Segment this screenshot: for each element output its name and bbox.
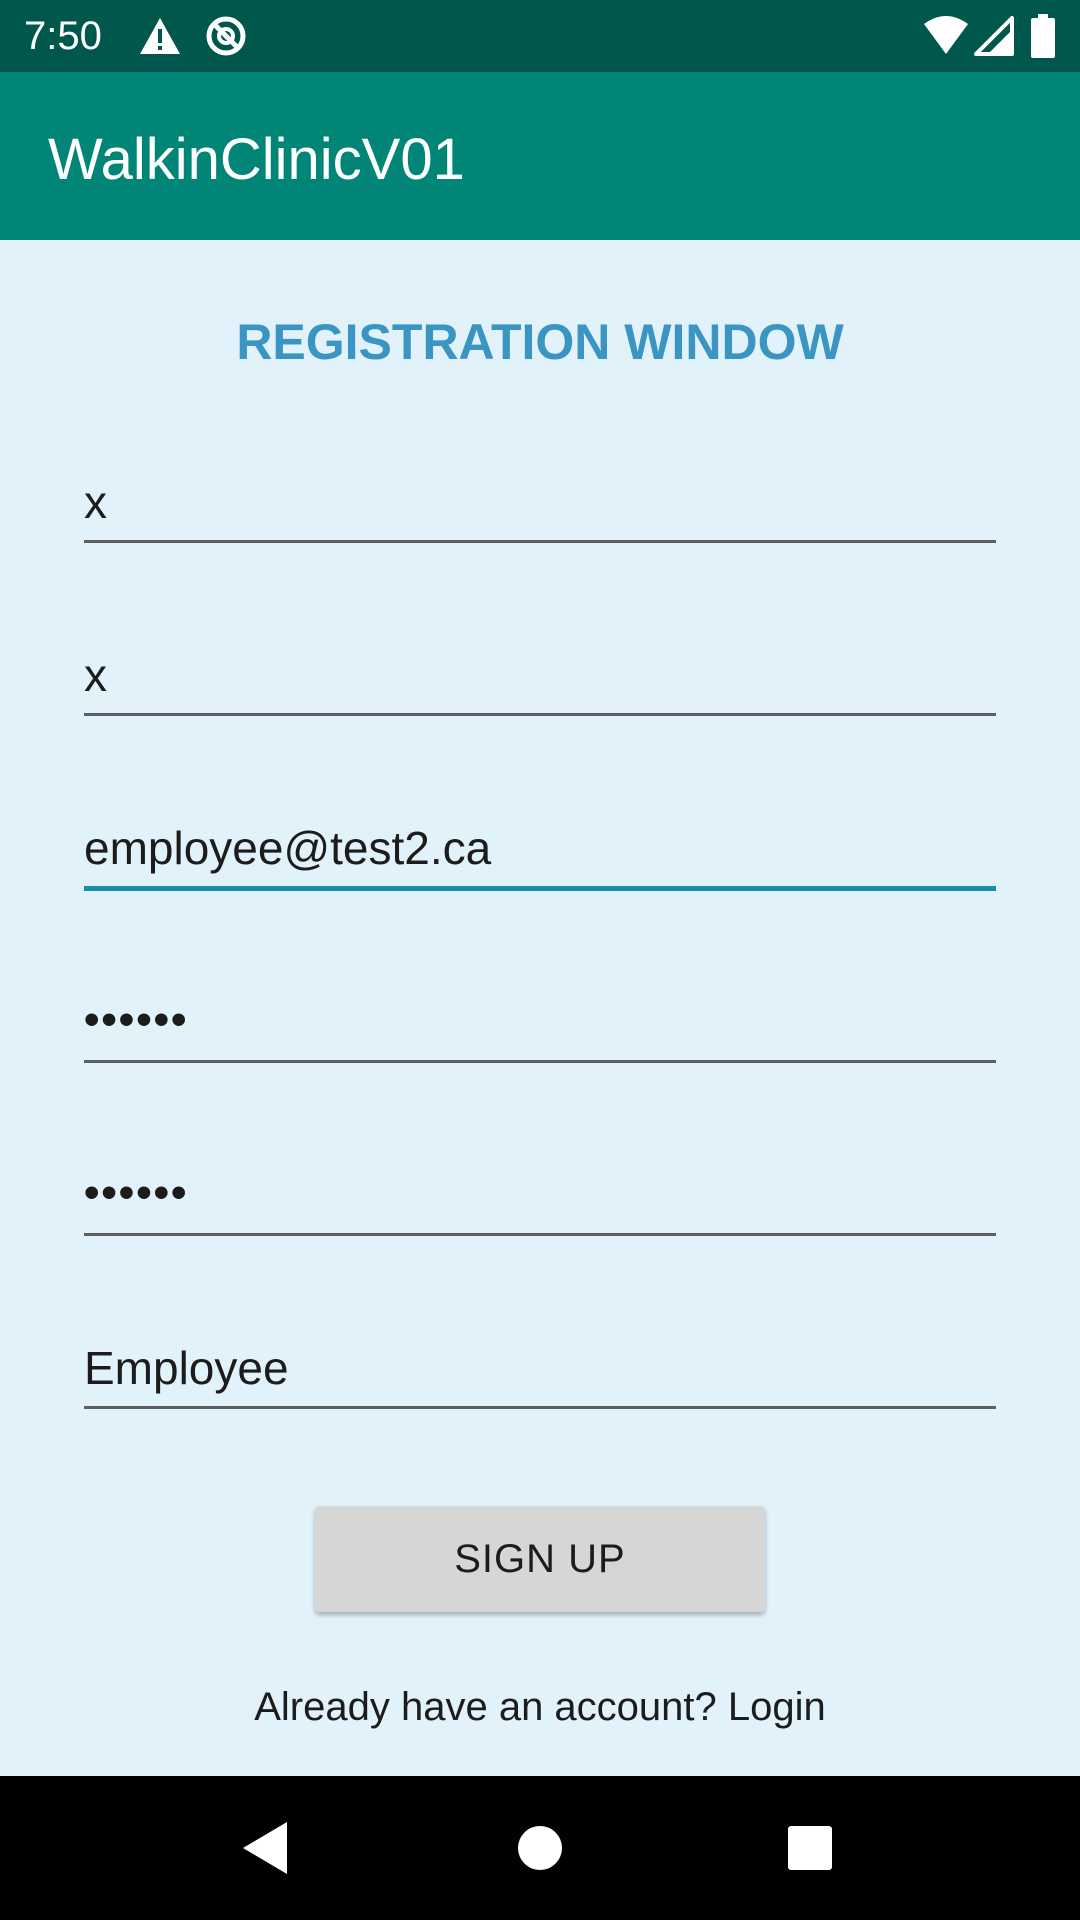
first-name-field[interactable]: x — [84, 460, 996, 543]
last-name-field[interactable]: x — [84, 633, 996, 716]
app-bar: WalkinClinicV01 — [0, 72, 1080, 240]
page-title: REGISTRATION WINDOW — [236, 314, 844, 370]
wifi-icon — [924, 16, 968, 54]
status-bar: 7:50 — [0, 0, 1080, 72]
password-value: •••••• — [84, 995, 189, 1044]
no-sync-icon — [206, 16, 246, 56]
home-icon[interactable] — [468, 1776, 612, 1920]
email-value: employee@test2.ca — [84, 822, 492, 874]
role-field[interactable]: Employee — [84, 1326, 996, 1409]
first-name-value: x — [84, 476, 107, 528]
navigation-bar — [0, 1776, 1080, 1920]
warning-icon — [140, 18, 180, 54]
battery-icon — [1031, 14, 1055, 58]
back-icon[interactable] — [195, 1776, 339, 1920]
login-link[interactable]: Already have an account? Login — [0, 1682, 1080, 1732]
app-title: WalkinClinicV01 — [48, 127, 465, 192]
cell-signal-icon — [974, 16, 1014, 56]
email-field[interactable]: employee@test2.ca — [84, 806, 996, 891]
last-name-value: x — [84, 649, 107, 701]
registration-form: REGISTRATION WINDOW x x employee@test2.c… — [0, 240, 1080, 1776]
password-field[interactable]: •••••• — [84, 980, 996, 1063]
confirm-password-value: •••••• — [84, 1168, 189, 1217]
status-time: 7:50 — [24, 14, 102, 58]
signup-button[interactable]: SIGN UP — [315, 1506, 765, 1612]
role-value: Employee — [84, 1342, 289, 1394]
recents-icon[interactable] — [738, 1776, 882, 1920]
confirm-password-field[interactable]: •••••• — [84, 1153, 996, 1236]
